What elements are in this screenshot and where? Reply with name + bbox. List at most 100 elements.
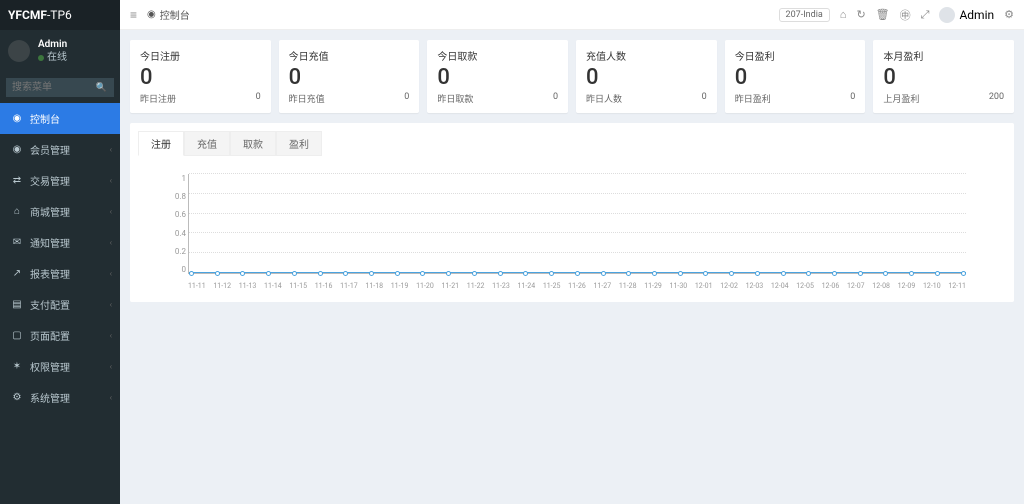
data-point[interactable] [369, 271, 374, 276]
avatar-small [939, 7, 955, 23]
topbar: ≡ ◉ 控制台 207-India ⌂ ↻ 🗑 ㊥ ⤢ Admin ⚙ [120, 0, 1024, 30]
dashboard-icon: ◉ [147, 9, 156, 20]
data-point[interactable] [729, 271, 734, 276]
stat-sub-label: 昨日取款 [437, 92, 473, 105]
data-point[interactable] [935, 271, 940, 276]
sidebar-item-系统管理[interactable]: ⚙ 系统管理 ‹ [0, 382, 120, 413]
data-point[interactable] [678, 271, 683, 276]
data-point[interactable] [292, 271, 297, 276]
refresh-icon[interactable]: ↻ [856, 8, 865, 21]
stat-sub-value: 200 [989, 92, 1004, 105]
data-point[interactable] [215, 271, 220, 276]
stat-title: 今日取款 [437, 48, 558, 63]
data-point[interactable] [189, 271, 194, 276]
data-point[interactable] [832, 271, 837, 276]
data-point[interactable] [266, 271, 271, 276]
data-point[interactable] [240, 271, 245, 276]
sidebar-item-页面配置[interactable]: ▢页面配置‹ [0, 320, 120, 351]
data-point[interactable] [498, 271, 503, 276]
tab-注册[interactable]: 注册 [138, 131, 184, 156]
sidebar-item-支付配置[interactable]: ▤支付配置‹ [0, 289, 120, 320]
region-badge[interactable]: 207-India [779, 8, 830, 22]
nav-label: 交易管理 [30, 173, 70, 188]
data-point[interactable] [961, 271, 966, 276]
nav-label: 系统管理 [30, 390, 70, 405]
nav-icon: ▤ [10, 299, 24, 310]
stat-card: 本月盈利0上月盈利200 [873, 40, 1014, 113]
chevron-left-icon: ‹ [110, 269, 112, 278]
trash-icon[interactable]: 🗑 [876, 8, 890, 21]
sidebar-item-控制台[interactable]: ◉控制台 [0, 103, 120, 134]
search-button[interactable]: 🔍 [89, 78, 114, 97]
lang-icon[interactable]: ㊥ [900, 7, 911, 23]
breadcrumb: ◉ 控制台 [147, 7, 190, 22]
sidebar-item-权限管理[interactable]: ✶权限管理‹ [0, 351, 120, 382]
stat-sub-label: 昨日盈利 [735, 92, 771, 105]
stat-title: 今日注册 [140, 48, 261, 63]
data-point[interactable] [343, 271, 348, 276]
data-point[interactable] [909, 271, 914, 276]
data-point[interactable] [420, 271, 425, 276]
sidebar-item-商城管理[interactable]: ⌂商城管理‹ [0, 196, 120, 227]
nav-icon: ✶ [10, 361, 24, 372]
data-point[interactable] [806, 271, 811, 276]
data-point[interactable] [395, 271, 400, 276]
hamburger-icon[interactable]: ≡ [130, 8, 137, 22]
data-point[interactable] [472, 271, 477, 276]
chevron-left-icon: ‹ [110, 362, 112, 371]
nav-label: 页面配置 [30, 328, 70, 343]
stats-row: 今日注册0昨日注册0今日充值0昨日充值0今日取款0昨日取款0充值人数0昨日人数0… [130, 40, 1014, 113]
nav-label: 报表管理 [30, 266, 70, 281]
chevron-left-icon: ‹ [110, 393, 112, 402]
sidebar-item-报表管理[interactable]: ↗ 报表管理 ‹ [0, 258, 120, 289]
sidebar-item-交易管理[interactable]: ⇄交易管理‹ [0, 165, 120, 196]
stat-card: 今日充值0昨日充值0 [279, 40, 420, 113]
avatar [8, 40, 30, 62]
data-point[interactable] [601, 271, 606, 276]
stat-card: 充值人数0昨日人数0 [576, 40, 717, 113]
fullscreen-icon[interactable]: ⤢ [921, 8, 930, 22]
stat-sub-label: 上月盈利 [883, 92, 919, 105]
nav-icon: ↗ [10, 268, 24, 279]
stat-title: 今日盈利 [735, 48, 856, 63]
home-icon[interactable]: ⌂ [840, 8, 847, 21]
data-point[interactable] [318, 271, 323, 276]
data-point[interactable] [575, 271, 580, 276]
nav-label: 支付配置 [30, 297, 70, 312]
stat-value: 0 [289, 65, 410, 90]
stat-value: 0 [586, 65, 707, 90]
stat-value: 0 [437, 65, 558, 90]
search-input[interactable] [6, 78, 89, 97]
nav-label: 通知管理 [30, 235, 70, 250]
data-point[interactable] [523, 271, 528, 276]
sidebar: YFCMF-TP6 Admin 在线 🔍 ◉控制台◉会员管理‹⇄交易管理‹⌂商城… [0, 0, 120, 504]
sidebar-item-会员管理[interactable]: ◉会员管理‹ [0, 134, 120, 165]
gears-icon[interactable]: ⚙ [1004, 8, 1014, 21]
data-point[interactable] [446, 271, 451, 276]
nav: ◉控制台 ◉ 会员管理 ‹ ⇄交易管理‹⌂商城管理‹✉通知管理‹ ↗ 报表管理 ‹ ▤ 支付配置 ‹… [0, 103, 120, 413]
stat-sub-label: 昨日注册 [140, 92, 176, 105]
nav-icon: ⚙ [10, 392, 24, 403]
chart-tabs: 注册充值取款盈利 [138, 131, 1006, 156]
data-point[interactable] [883, 271, 888, 276]
stat-sub-value: 0 [850, 92, 855, 105]
tab-盈利[interactable]: 盈利 [276, 131, 322, 156]
sidebar-item-通知管理[interactable]: ✉通知管理‹ [0, 227, 120, 258]
tab-充值[interactable]: 充值 [184, 131, 230, 156]
nav-label: 会员管理 [30, 142, 70, 157]
topbar-user[interactable]: Admin [939, 7, 994, 23]
data-point[interactable] [703, 271, 708, 276]
data-point[interactable] [652, 271, 657, 276]
plot-area [188, 174, 966, 274]
data-point[interactable] [549, 271, 554, 276]
nav-icon: ▢ [10, 330, 24, 341]
data-point[interactable] [755, 271, 760, 276]
data-point[interactable] [626, 271, 631, 276]
data-point[interactable] [858, 271, 863, 276]
tab-取款[interactable]: 取款 [230, 131, 276, 156]
brand-logo: YFCMF-TP6 [0, 0, 120, 30]
nav-icon: ◉ [10, 144, 24, 155]
data-point[interactable] [781, 271, 786, 276]
stat-sub-value: 0 [553, 92, 558, 105]
y-axis-labels: 10.80.60.40.20 [168, 174, 186, 274]
